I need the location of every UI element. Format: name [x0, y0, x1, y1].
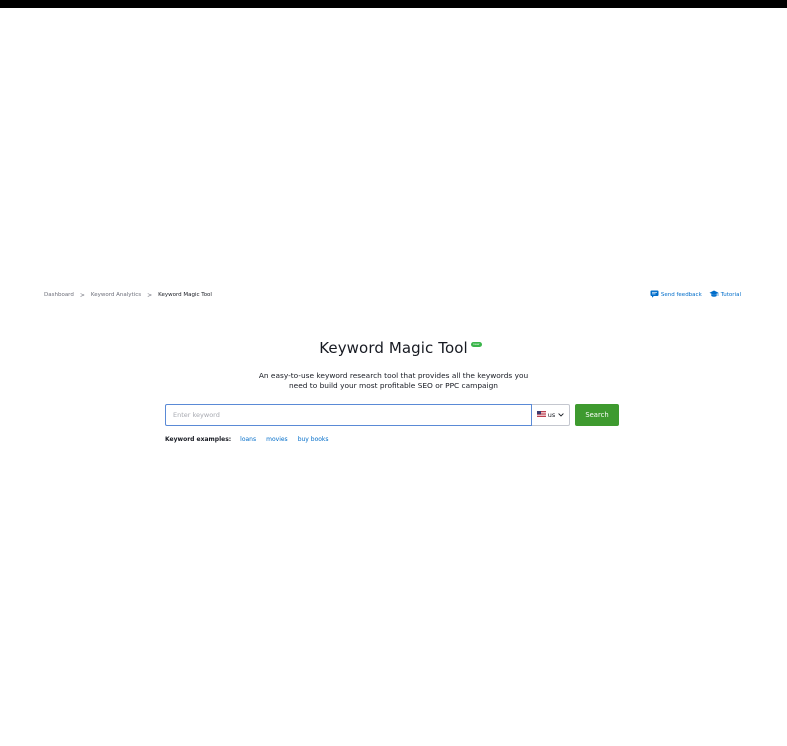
top-bar	[0, 0, 787, 8]
graduation-cap-icon	[709, 290, 721, 300]
title-wrap: Keyword Magic Tool new	[0, 338, 787, 357]
keyword-examples-label: Keyword examples:	[165, 435, 232, 443]
send-feedback-button[interactable]: Send feedback	[650, 290, 702, 300]
new-badge: new	[470, 342, 482, 347]
search-button[interactable]: Search	[575, 404, 619, 426]
page-title: Keyword Magic Tool new	[319, 339, 482, 357]
page-subtitle: An easy-to-use keyword research tool tha…	[0, 371, 787, 390]
send-feedback-label: Send feedback	[660, 292, 702, 298]
subtitle-line-2: need to build your most profitable SEO o…	[288, 380, 498, 390]
breadcrumb-item-dashboard[interactable]: Dashboard	[44, 292, 74, 298]
breadcrumb-separator: >	[147, 291, 153, 299]
chevron-down-icon	[558, 411, 564, 419]
search-row: us Search	[165, 404, 619, 426]
keyword-examples: Keyword examples: loans movies buy books	[165, 434, 339, 444]
database-select[interactable]: us	[532, 404, 570, 426]
tutorial-button[interactable]: Tutorial	[709, 290, 741, 300]
breadcrumb-item-keyword-analytics[interactable]: Keyword Analytics	[91, 292, 141, 298]
breadcrumb-item-current: Keyword Magic Tool	[158, 292, 212, 298]
example-link-movies[interactable]: movies	[266, 436, 288, 443]
subtitle-line-1: An easy-to-use keyword research tool tha…	[258, 371, 529, 380]
example-link-loans[interactable]: loans	[240, 436, 256, 443]
us-flag-icon	[536, 411, 546, 419]
example-link-buy-books[interactable]: buy books	[298, 436, 329, 443]
database-label: us	[547, 411, 556, 419]
tutorial-label: Tutorial	[720, 292, 741, 298]
breadcrumb-separator: >	[79, 291, 85, 299]
page-title-text: Keyword Magic Tool	[319, 339, 468, 357]
breadcrumb: Dashboard > Keyword Analytics > Keyword …	[44, 290, 212, 300]
keyword-input[interactable]	[165, 404, 532, 426]
top-actions: Send feedback Tutorial	[650, 290, 741, 300]
chat-bubble-icon	[650, 290, 661, 300]
